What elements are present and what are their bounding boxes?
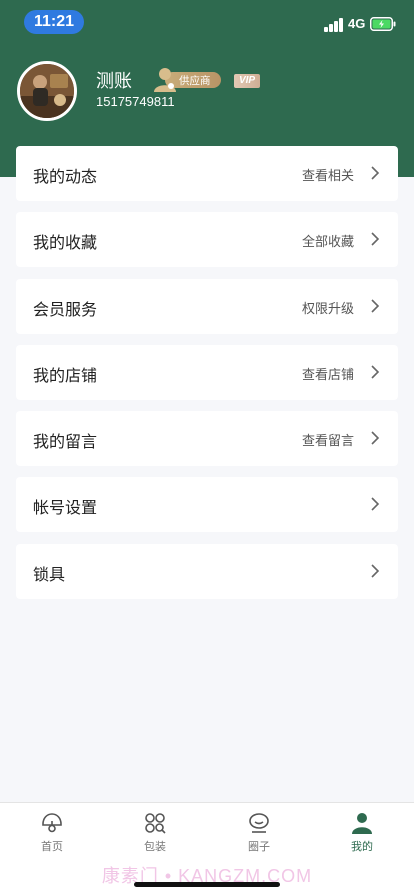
menu-item-hint: 查看留言 bbox=[301, 433, 354, 449]
tab-circle[interactable]: 圈子 bbox=[219, 811, 299, 854]
circle-icon bbox=[249, 813, 269, 833]
menu-item-label: 会员服务 bbox=[33, 301, 98, 319]
tab-label: 圈子 bbox=[248, 841, 270, 853]
user-icon bbox=[352, 813, 372, 834]
menu-item-hint: 查看店铺 bbox=[301, 366, 354, 382]
status-bar: 11:21 4G bbox=[0, 0, 414, 44]
home-icon bbox=[42, 813, 62, 833]
network-label: 4G bbox=[348, 16, 366, 31]
vip-badge: VIP bbox=[234, 74, 260, 88]
menu-item-label: 我的店铺 bbox=[33, 367, 98, 385]
chevron-right-icon bbox=[371, 564, 380, 578]
status-time: 11:21 bbox=[24, 10, 84, 34]
tab-label: 我的 bbox=[351, 841, 373, 853]
menu-item-label: 帐号设置 bbox=[33, 500, 98, 518]
menu-item-label: 我的留言 bbox=[33, 434, 98, 452]
menu-list: 我的动态 查看相关 我的收藏 全部收藏 会员服务 权限升级 我的店铺 查看店铺 … bbox=[16, 146, 398, 610]
tab-home[interactable]: 首页 bbox=[12, 811, 92, 854]
tab-label: 首页 bbox=[41, 841, 63, 853]
chevron-right-icon bbox=[371, 365, 380, 379]
tab-mine[interactable]: 我的 bbox=[322, 811, 402, 854]
avatar-image bbox=[20, 64, 74, 118]
menu-item-membership[interactable]: 会员服务 权限升级 bbox=[16, 278, 398, 334]
menu-item-hint: 权限升级 bbox=[301, 300, 354, 316]
menu-item-my-store[interactable]: 我的店铺 查看店铺 bbox=[16, 344, 398, 400]
chevron-right-icon bbox=[371, 232, 380, 246]
home-indicator bbox=[134, 882, 280, 887]
chevron-right-icon bbox=[371, 431, 380, 445]
chevron-right-icon bbox=[371, 166, 380, 180]
tab-packaging[interactable]: 包装 bbox=[115, 811, 195, 854]
menu-item-label: 锁具 bbox=[33, 566, 66, 584]
chevron-right-icon bbox=[371, 497, 380, 512]
supplier-person-icon bbox=[154, 68, 176, 92]
menu-item-label: 我的收藏 bbox=[33, 235, 98, 253]
tab-label: 包装 bbox=[144, 841, 166, 853]
user-phone: 15175749811 bbox=[96, 94, 175, 109]
menu-item-my-activity[interactable]: 我的动态 查看相关 bbox=[16, 146, 398, 201]
supplier-badge-label: 供应商 bbox=[179, 75, 211, 87]
battery-icon bbox=[370, 17, 396, 31]
menu-item-label: 我的动态 bbox=[33, 169, 98, 186]
signal-icon bbox=[324, 18, 344, 32]
menu-item-my-messages[interactable]: 我的留言 查看留言 bbox=[16, 411, 398, 467]
supplier-badge: 供应商 bbox=[151, 65, 221, 93]
menu-item-locks[interactable]: 锁具 bbox=[16, 543, 398, 599]
menu-item-my-favorites[interactable]: 我的收藏 全部收藏 bbox=[16, 212, 398, 268]
chevron-right-icon bbox=[371, 299, 380, 313]
menu-item-account-settings[interactable]: 帐号设置 bbox=[16, 477, 398, 533]
menu-item-hint: 全部收藏 bbox=[301, 234, 354, 250]
grid-icon bbox=[145, 813, 166, 834]
avatar[interactable] bbox=[17, 61, 77, 121]
user-name: 测账 bbox=[96, 71, 132, 91]
menu-item-hint: 查看相关 bbox=[301, 168, 354, 183]
